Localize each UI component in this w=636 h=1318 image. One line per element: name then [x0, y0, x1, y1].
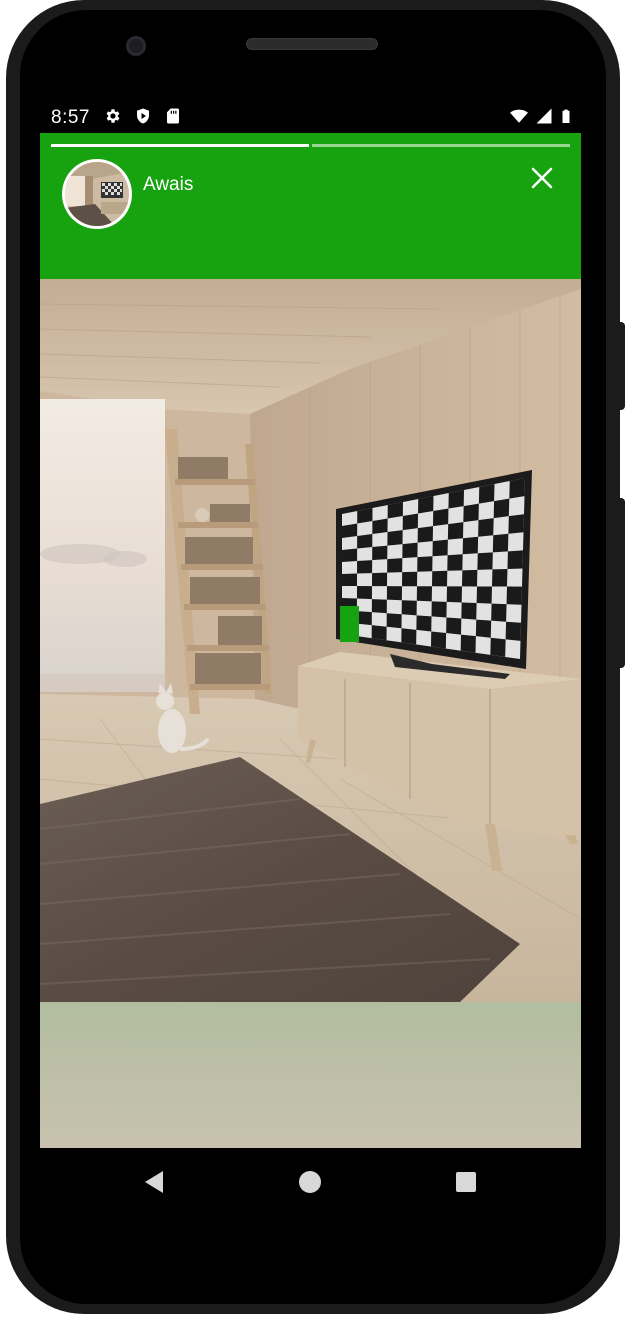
story-bottom-area: [40, 1002, 581, 1148]
story-progress-fill-1: [51, 144, 309, 147]
wifi-icon: [510, 109, 528, 123]
gear-icon: [106, 109, 120, 123]
recents-icon[interactable]: [456, 1172, 476, 1192]
close-icon[interactable]: [526, 162, 558, 194]
story-progress-segment-2: [312, 144, 570, 147]
story-header: Awais: [40, 133, 581, 279]
avatar-image: [65, 162, 129, 226]
story-username[interactable]: Awais: [143, 174, 193, 196]
avatar[interactable]: [62, 159, 132, 229]
battery-icon: [562, 109, 570, 123]
story-progress-segment-1: [51, 144, 309, 147]
signal-icon: [536, 108, 552, 124]
earpiece-speaker: [246, 38, 378, 50]
volume-button: [619, 322, 625, 410]
sd-card-icon: [167, 108, 179, 124]
story-image[interactable]: [40, 279, 581, 1002]
home-icon[interactable]: [299, 1171, 321, 1193]
back-icon[interactable]: [142, 1168, 166, 1196]
front-camera: [126, 36, 146, 56]
navigation-bar: [40, 1148, 581, 1218]
shield-play-icon: [137, 108, 149, 124]
status-time: 8:57: [51, 107, 90, 128]
power-button: [619, 498, 625, 668]
status-bar: 8:57: [40, 100, 581, 134]
story-screen: Awais: [40, 133, 581, 1148]
